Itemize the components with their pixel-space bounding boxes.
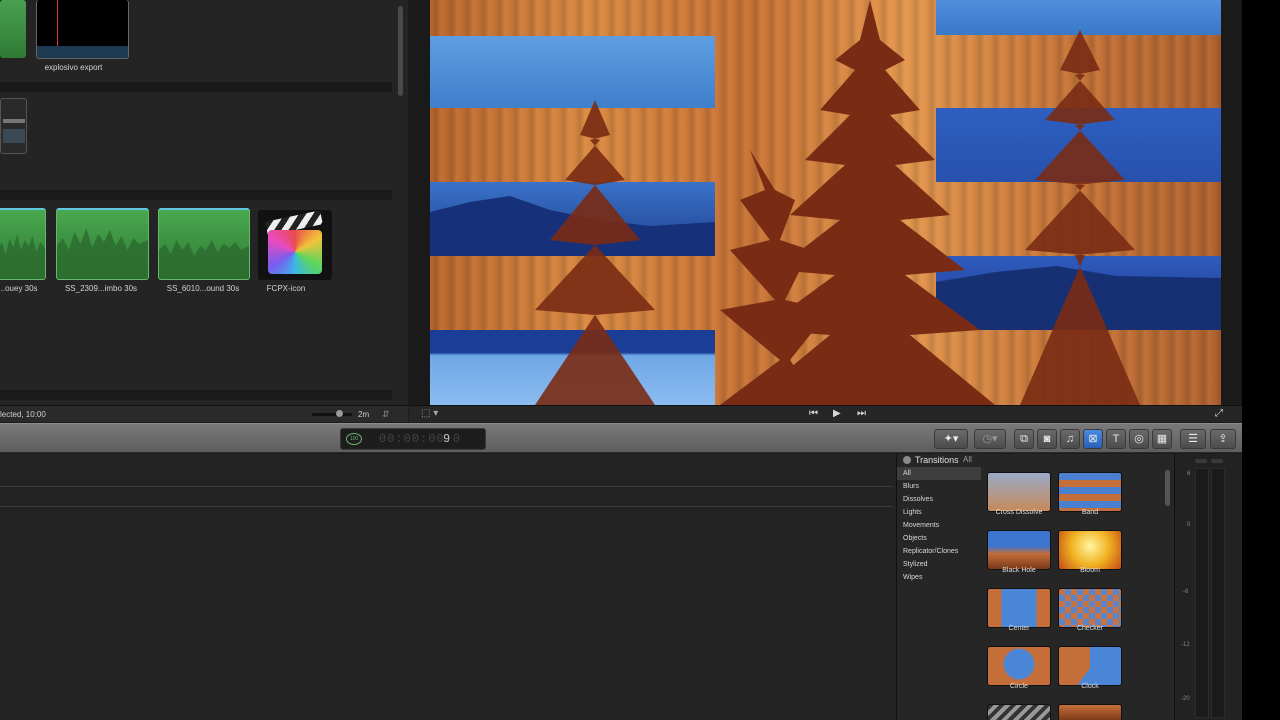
audio-clip-thumbnail[interactable] (56, 208, 149, 280)
enhance-icon[interactable]: ✦▾ (934, 429, 968, 449)
transitions-browser-icon[interactable]: ⊠ (1083, 429, 1103, 449)
music-browser-icon[interactable]: ♫ (1060, 429, 1080, 449)
category-objects[interactable]: Objects (897, 532, 981, 545)
event-group-divider (0, 82, 392, 92)
transition-band[interactable] (1058, 472, 1122, 512)
next-edit-button[interactable]: ⏭ (857, 408, 866, 419)
video-frame (430, 0, 1221, 405)
category-movements[interactable]: Movements (897, 519, 981, 532)
browser-scrollbar[interactable] (398, 6, 403, 96)
category-replicator-clones[interactable]: Replicator/Clones (897, 545, 981, 558)
clip-thumbnail-partial[interactable] (0, 0, 26, 58)
previous-edit-button[interactable]: ⏮ (809, 408, 818, 419)
timeline[interactable] (0, 454, 896, 720)
themes-browser-icon[interactable]: ▦ (1152, 429, 1172, 449)
transition-label: Clock (1081, 683, 1099, 690)
transition-label: Center (1008, 625, 1030, 632)
browser-status-bar: lected, 10:00 2m ⇵ (0, 405, 408, 422)
transition-cross-dissolve[interactable] (987, 472, 1051, 512)
clip-label: FCPX-icon (266, 284, 306, 293)
clip-label: SS_6010...ound 30s (166, 284, 240, 293)
transition-label: Circle (1010, 683, 1028, 690)
clip-thumbnail-screen[interactable] (0, 98, 27, 154)
clip-thumbnail-explosivo-export[interactable] (36, 0, 129, 59)
category-lights[interactable]: Lights (897, 506, 981, 519)
fcpx-icon-thumbnail[interactable] (258, 210, 332, 280)
transitions-browser: Transitions All All Blurs Dissolves Ligh… (896, 454, 1174, 720)
transition-label: Checker (1076, 625, 1104, 632)
audio-clip-thumbnail[interactable] (0, 208, 46, 280)
transition-label: Cross Dissolve (995, 509, 1043, 516)
meter-tick: 0 (1187, 522, 1191, 528)
meter-tick: -20 (1181, 696, 1190, 702)
transition-bloom[interactable] (1058, 530, 1122, 570)
audio-clip-thumbnail[interactable] (158, 208, 250, 280)
meter-right-channel (1211, 468, 1225, 718)
transition-label: Black Hole (1002, 567, 1036, 574)
screen-edge (1242, 0, 1280, 720)
category-stylized[interactable]: Stylized (897, 558, 981, 571)
transition-next-row[interactable] (987, 704, 1051, 720)
meter-tick: -12 (1181, 642, 1190, 648)
event-group-divider (0, 390, 392, 400)
fullscreen-icon[interactable]: ⤢ (1215, 408, 1223, 419)
viewer-control-bar: ⬚ ▾ ⏮ ▶ ⏭ ⤢ (409, 405, 1242, 422)
photo-browser-icon[interactable]: ◙ (1037, 429, 1057, 449)
event-browser-icon[interactable]: ⧉ (1014, 429, 1034, 449)
meter-tick: 6 (1187, 471, 1191, 477)
transition-clock[interactable] (1058, 646, 1122, 686)
generators-browser-icon[interactable]: ◎ (1129, 429, 1149, 449)
transition-center[interactable] (987, 588, 1051, 628)
app-window: explosivo export ...ouey 30s SS_2309...i… (0, 0, 1280, 720)
clip-label-explosivo-export: explosivo export (44, 63, 103, 72)
event-group-divider (0, 190, 392, 200)
audio-meters: 6 0 -6 -12 -20 (1174, 454, 1242, 720)
transition-checker[interactable] (1058, 588, 1122, 628)
dashboard-timecode[interactable]: 100 00:00:00:0 9 (340, 428, 486, 450)
clip-zoom-knob[interactable] (336, 410, 343, 417)
background-tasks-badge[interactable]: 100 (346, 433, 362, 445)
transition-next-row[interactable] (1058, 704, 1122, 720)
titles-browser-icon[interactable]: T (1106, 429, 1126, 449)
selection-status-text: lected, 10:00 (0, 410, 46, 419)
play-button[interactable]: ▶ (833, 408, 841, 419)
transition-label: Bloom (1080, 567, 1100, 574)
transitions-scrollbar[interactable] (1165, 470, 1170, 506)
clip-zoom-slider[interactable] (312, 413, 352, 416)
transitions-header: Transitions All (897, 454, 1175, 466)
inspector-icon[interactable]: ☰ (1180, 429, 1206, 449)
clip-duration-label: 2m (358, 410, 370, 419)
transition-circle[interactable] (987, 646, 1051, 686)
viewer (409, 0, 1242, 405)
timecode-frame: 9 (443, 432, 451, 446)
category-wipes[interactable]: Wipes (897, 571, 981, 584)
transitions-icon (903, 456, 911, 464)
transition-black-hole[interactable] (987, 530, 1051, 570)
clip-label: SS_2309...imbo 30s (64, 284, 138, 293)
switch-icon[interactable]: ⇵ (382, 409, 390, 420)
event-browser: explosivo export ...ouey 30s SS_2309...i… (0, 0, 408, 405)
transition-label: Band (1081, 509, 1099, 516)
category-all[interactable]: All (897, 467, 981, 480)
transitions-title: Transitions (915, 455, 959, 465)
meter-left-channel (1195, 468, 1209, 718)
transitions-category-list: All Blurs Dissolves Lights Movements Obj… (897, 467, 981, 584)
clip-label: ...ouey 30s (0, 284, 38, 293)
meter-tick: -6 (1183, 589, 1189, 595)
transitions-scope[interactable]: All (963, 455, 972, 464)
share-icon[interactable]: ⇪ (1210, 429, 1236, 449)
retime-icon[interactable]: ◷▾ (974, 429, 1006, 449)
view-options-icon[interactable]: ⬚ ▾ (421, 408, 438, 419)
main-toolbar: 100 00:00:00:0 9 ✦▾ ◷▾ ⧉ ◙ ♫ ⊠ T ◎ ▦ ☰ ⇪ (0, 423, 1242, 453)
category-blurs[interactable]: Blurs (897, 480, 981, 493)
category-dissolves[interactable]: Dissolves (897, 493, 981, 506)
